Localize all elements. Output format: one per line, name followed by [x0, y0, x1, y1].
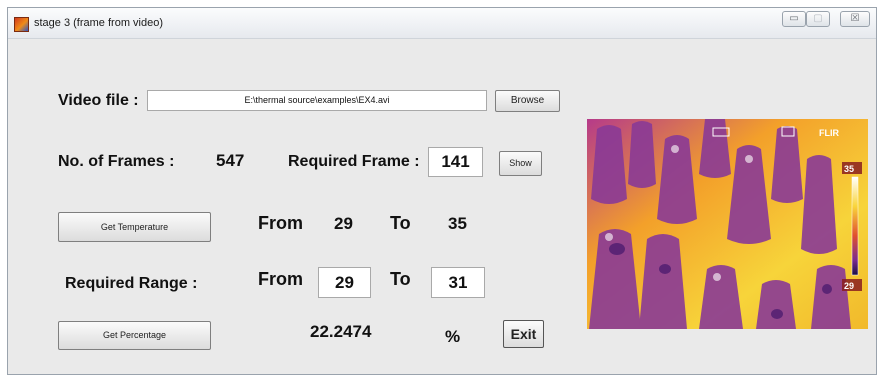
temperature-scale-bar [851, 176, 859, 276]
close-button[interactable]: ☒ [840, 11, 870, 27]
range-from-input[interactable]: 29 [318, 267, 371, 298]
frame-count-value: 547 [216, 151, 245, 170]
temperature-to-label: To [390, 213, 411, 233]
temperature-from-label: From [258, 213, 303, 233]
required-range-label: Required Range : [65, 275, 198, 292]
scale-max-label: 35 [844, 164, 854, 174]
range-from-label: From [258, 269, 303, 289]
temperature-to-value: 35 [448, 214, 467, 233]
scale-min-label: 29 [844, 281, 854, 291]
minimize-button[interactable]: ▭ [782, 11, 806, 27]
flir-logo: FLIR [819, 128, 839, 138]
client-area: Video file : E:\thermal source\examples\… [8, 39, 876, 374]
get-percentage-button[interactable]: Get Percentage [58, 321, 211, 350]
app-window: stage 3 (frame from video) ▭ ▢ ☒ Video f… [7, 7, 877, 375]
browse-button[interactable]: Browse [495, 90, 560, 112]
video-path-field[interactable]: E:\thermal source\examples\EX4.avi [147, 90, 487, 111]
maximize-button[interactable]: ▢ [806, 11, 830, 27]
required-frame-label: Required Frame : [288, 153, 420, 170]
window-title: stage 3 (frame from video) [34, 17, 163, 29]
matlab-app-icon [14, 17, 29, 32]
frames-label: No. of Frames : [58, 153, 175, 170]
thermal-image: FLIR 35 29 [587, 119, 868, 329]
title-bar: stage 3 (frame from video) ▭ ▢ ☒ [8, 8, 876, 39]
get-temperature-button[interactable]: Get Temperature [58, 212, 211, 242]
exit-button[interactable]: Exit [503, 320, 544, 348]
percentage-value: 22.2474 [310, 322, 372, 341]
range-to-label: To [390, 269, 411, 289]
required-frame-input[interactable]: 141 [428, 147, 483, 177]
thermal-image-graphic: FLIR 35 29 [587, 119, 868, 329]
percentage-unit: % [445, 327, 461, 346]
video-file-label: Video file : [58, 92, 139, 109]
range-to-input[interactable]: 31 [431, 267, 485, 298]
show-button[interactable]: Show [499, 151, 542, 176]
temperature-from-value: 29 [334, 214, 353, 233]
